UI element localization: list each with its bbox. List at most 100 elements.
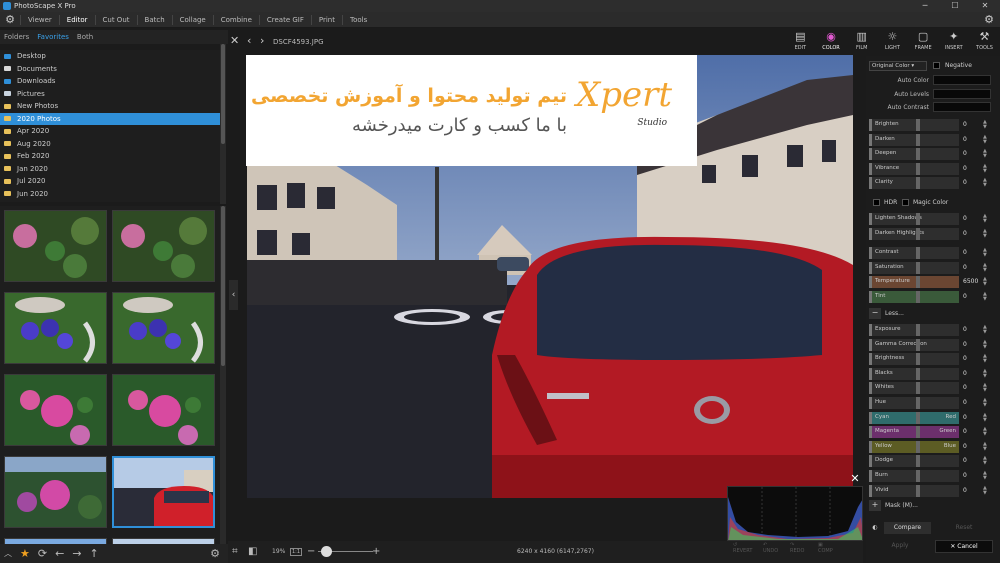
menu-collage[interactable]: Collage (171, 14, 213, 25)
compare-toggle-icon[interactable]: ◐ (869, 522, 881, 534)
slider-stepper-icon[interactable]: ▲ ▼ (983, 228, 991, 239)
menu-tools[interactable]: Tools (341, 14, 374, 25)
folder-item[interactable]: Apr 2020 (0, 125, 220, 138)
slider-knob[interactable] (916, 247, 920, 259)
slider-deepen[interactable]: Deepen (869, 148, 959, 160)
thumbnail[interactable] (4, 456, 107, 528)
thumbnail[interactable] (112, 374, 215, 446)
slider-knob[interactable] (916, 162, 920, 175)
reset-button[interactable]: Reset (935, 522, 993, 534)
hdr-checkbox[interactable] (873, 199, 880, 206)
menu-editor[interactable]: Editor (58, 14, 95, 25)
slider-darken-highlights[interactable]: Darken Highlights (869, 227, 959, 240)
slider-value[interactable]: 0 (963, 264, 981, 271)
slider-temperature[interactable]: Temperature (869, 276, 959, 288)
slider-value[interactable]: 0 (963, 370, 981, 377)
compare-button[interactable]: Compare (884, 522, 931, 534)
close-window-button[interactable]: ✕ (970, 0, 1000, 12)
slider-dodge[interactable]: Dodge (869, 455, 959, 468)
slider-knob[interactable] (916, 290, 920, 303)
mask-add-button[interactable]: + (869, 500, 881, 511)
folder-item[interactable]: Jul 2020 (0, 175, 220, 188)
slider-value[interactable]: 0 (963, 355, 981, 362)
settings-gear-icon[interactable]: ⚙ (0, 13, 20, 26)
folder-item[interactable]: Pictures (0, 88, 220, 101)
slider-value[interactable]: 0 (963, 249, 981, 256)
slider-value[interactable]: 0 (963, 326, 981, 333)
menu-print[interactable]: Print (310, 14, 342, 25)
slider-knob[interactable] (916, 177, 920, 189)
slider-contrast[interactable]: Contrast (869, 247, 959, 259)
slider-value[interactable]: 0 (963, 165, 981, 172)
slider-cyan[interactable]: Cyan Red (869, 411, 959, 424)
slider-saturation[interactable]: Saturation (869, 261, 959, 274)
thumbnail[interactable] (4, 374, 107, 446)
slider-stepper-icon[interactable]: ▲ ▼ (983, 248, 991, 258)
menu-viewer[interactable]: Viewer (20, 14, 59, 25)
crop-icon[interactable]: ⌗ (232, 546, 238, 557)
slider-magenta[interactable]: Magenta Green (869, 426, 959, 439)
less-toggle-button[interactable]: − (869, 308, 881, 319)
slider-burn[interactable]: Burn (869, 470, 959, 482)
refresh-icon[interactable]: ⟳ (38, 547, 47, 560)
slider-knob[interactable] (916, 382, 920, 395)
forward-arrow-icon[interactable]: → (72, 547, 81, 560)
slider-stepper-icon[interactable]: ▲ ▼ (983, 120, 991, 130)
slider-brightness[interactable]: Brightness (869, 353, 959, 366)
menu-create-gif[interactable]: Create GIF (258, 14, 311, 25)
slider-value[interactable]: 0 (963, 136, 981, 143)
slider-knob[interactable] (916, 484, 920, 497)
slider-knob[interactable] (916, 133, 920, 146)
slider-stepper-icon[interactable]: ▲ ▼ (983, 398, 991, 408)
collapse-up-icon[interactable]: ︿ (4, 548, 12, 559)
folder-item[interactable]: New Photos (0, 100, 220, 113)
slider-stepper-icon[interactable]: ▲ ▼ (983, 368, 991, 379)
redo-button[interactable]: ↷ REDO (790, 542, 804, 554)
back-arrow-icon[interactable]: ← (55, 547, 64, 560)
slider-knob[interactable] (916, 367, 920, 380)
tool-tab-insert[interactable]: ✦ INSERT (938, 30, 969, 56)
slider-knob[interactable] (916, 426, 920, 439)
slider-knob[interactable] (916, 148, 920, 160)
slider-hue[interactable]: Hue (869, 397, 959, 409)
minimize-button[interactable]: ─ (910, 0, 940, 12)
revert-button[interactable]: ↺ REVERT (733, 542, 752, 554)
collapse-panel-chevron-icon[interactable]: ‹ (229, 280, 238, 310)
slider-stepper-icon[interactable]: ▲ ▼ (983, 339, 991, 350)
thumbnail[interactable] (112, 210, 215, 282)
slider-stepper-icon[interactable]: ▲ ▼ (983, 214, 991, 224)
slider-stepper-icon[interactable]: ▲ ▼ (983, 354, 991, 364)
negative-checkbox[interactable] (933, 62, 940, 69)
slider-value[interactable]: 0 (963, 179, 981, 186)
split-view-icon[interactable]: ◧ (248, 546, 257, 557)
slider-value[interactable]: 0 (963, 341, 981, 348)
up-arrow-icon[interactable]: ↑ (90, 547, 99, 560)
zoom-fit-button[interactable]: 1:1 (290, 548, 303, 556)
slider-vivid[interactable]: Vivid (869, 484, 959, 497)
slider-stepper-icon[interactable]: ▲ ▼ (983, 427, 991, 437)
slider-knob[interactable] (916, 213, 920, 225)
auto-levels-dropdown[interactable] (933, 89, 991, 99)
next-photo-icon[interactable]: › (260, 34, 264, 47)
slider-value[interactable]: 0 (963, 443, 981, 450)
thumbnail[interactable] (112, 292, 215, 364)
tool-tab-frame[interactable]: ▢ FRAME (908, 30, 939, 56)
previous-photo-icon[interactable]: ‹ (247, 34, 251, 47)
less-label[interactable]: Less... (885, 310, 904, 317)
slider-stepper-icon[interactable]: ▲ ▼ (983, 412, 991, 423)
slider-stepper-icon[interactable]: ▲ ▼ (983, 325, 991, 335)
folder-item[interactable]: Desktop (0, 50, 220, 63)
slider-vibrance[interactable]: Vibrance (869, 162, 959, 175)
tool-tab-edit[interactable]: ▤ EDIT (785, 30, 816, 56)
slider-value[interactable]: 0 (963, 293, 981, 300)
slider-value[interactable]: 0 (963, 215, 981, 222)
slider-knob[interactable] (916, 455, 920, 468)
compare-icon-button[interactable]: ▣ COMP (818, 542, 833, 554)
slider-exposure[interactable]: Exposure (869, 324, 959, 336)
zoom-in-icon[interactable]: + (372, 546, 380, 557)
slider-stepper-icon[interactable]: ▲ ▼ (983, 441, 991, 452)
mask-label[interactable]: Mask (M)... (885, 502, 918, 509)
apply-button[interactable]: Apply (869, 540, 931, 553)
folder-item[interactable]: 2020 Photos (0, 112, 220, 125)
slider-brighten[interactable]: Brighten (869, 119, 959, 131)
